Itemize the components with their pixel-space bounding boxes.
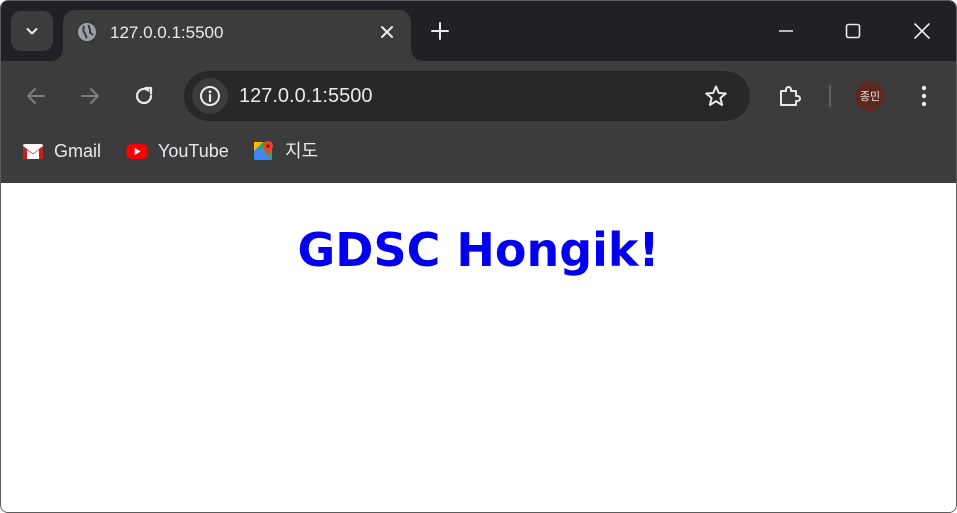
- extensions-button[interactable]: [775, 81, 805, 111]
- close-window-button[interactable]: [908, 17, 936, 45]
- address-bar[interactable]: 127.0.0.1:5500: [184, 71, 750, 121]
- bookmark-gmail[interactable]: Gmail: [22, 139, 101, 163]
- chevron-down-icon: [26, 28, 38, 35]
- arrow-left-icon: [27, 88, 45, 104]
- toolbar-divider: [829, 85, 831, 107]
- forward-button[interactable]: [75, 81, 105, 111]
- close-icon: [381, 26, 393, 38]
- url-text[interactable]: 127.0.0.1:5500: [239, 85, 372, 107]
- gmail-icon: [22, 142, 44, 160]
- tab-close-button[interactable]: [376, 21, 398, 43]
- globe-icon: [78, 23, 96, 41]
- site-info-button[interactable]: [192, 78, 228, 114]
- bookmark-star-button[interactable]: [704, 84, 728, 108]
- tab-title: 127.0.0.1:5500: [110, 23, 224, 42]
- profile-avatar[interactable]: 종민: [855, 81, 885, 111]
- bookmark-youtube[interactable]: YouTube: [126, 139, 229, 163]
- youtube-icon: [126, 142, 148, 160]
- bookmark-maps[interactable]: 지도: [253, 139, 318, 163]
- plus-icon: [431, 22, 449, 40]
- kebab-menu-icon: [921, 85, 927, 107]
- tab-active[interactable]: 127.0.0.1:5500: [63, 10, 411, 61]
- new-tab-button[interactable]: [428, 19, 452, 43]
- reload-icon: [135, 86, 153, 105]
- tab-strip: 127.0.0.1:5500: [1, 1, 956, 61]
- arrow-right-icon: [81, 88, 99, 104]
- close-icon: [914, 23, 930, 39]
- browser-menu-button[interactable]: [909, 81, 939, 111]
- toolbar: 127.0.0.1:5500 종민: [1, 61, 956, 131]
- bookmark-label: YouTube: [158, 141, 229, 161]
- reload-button[interactable]: [129, 81, 159, 111]
- info-icon: [200, 86, 220, 106]
- maximize-icon: [845, 23, 861, 39]
- back-button[interactable]: [21, 81, 51, 111]
- bookmark-label: 지도: [285, 141, 319, 161]
- minimize-icon: [779, 30, 793, 32]
- browser-window: 127.0.0.1:5500 127.0.0.1:5500 종민 Gmail Y…: [0, 0, 957, 513]
- star-icon: [705, 85, 727, 106]
- bookmarks-bar: Gmail YouTube 지도: [1, 131, 956, 183]
- bookmark-label: Gmail: [54, 141, 102, 161]
- puzzle-icon: [780, 86, 801, 106]
- page-content: GDSC Hongik!: [1, 183, 956, 512]
- maps-icon: [253, 141, 275, 160]
- page-heading: GDSC Hongik!: [297, 223, 660, 277]
- minimize-button[interactable]: [772, 17, 800, 45]
- tab-search-button[interactable]: [11, 11, 53, 51]
- maximize-button[interactable]: [839, 17, 867, 45]
